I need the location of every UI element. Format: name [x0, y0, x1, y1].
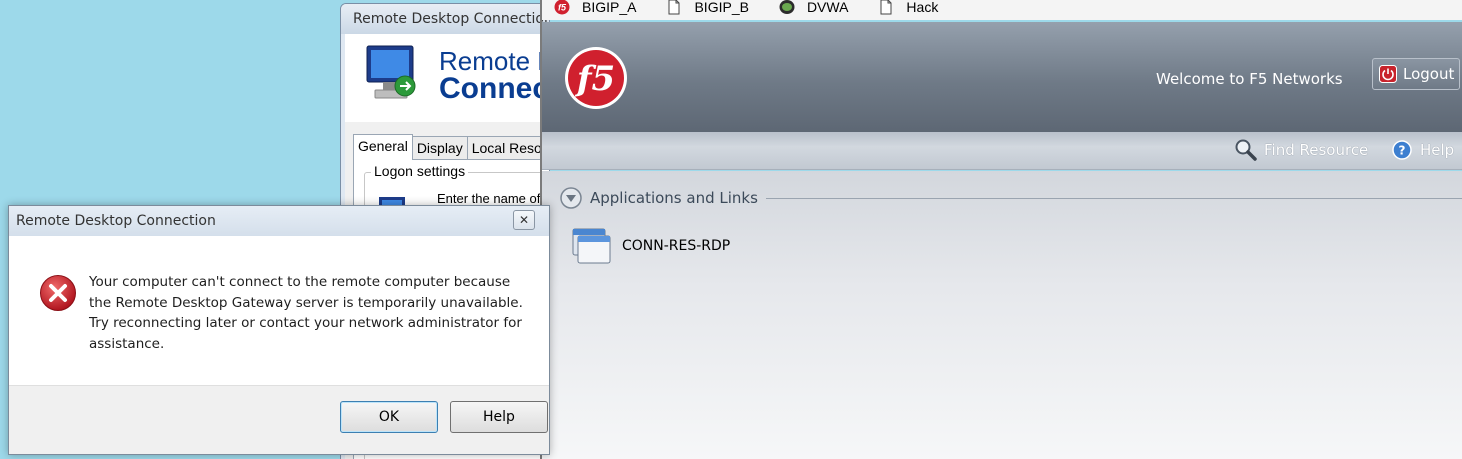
- error-dialog-footer: OK Help: [9, 385, 549, 454]
- page-icon: [880, 0, 892, 15]
- section-title: Applications and Links: [590, 189, 758, 207]
- bookmark-label: DVWA: [806, 0, 849, 15]
- tab-local-resources[interactable]: Local Resources: [466, 136, 549, 160]
- section-divider: [765, 197, 1462, 199]
- help-icon: ?: [1392, 140, 1412, 160]
- error-icon: [40, 275, 76, 311]
- magnifier-icon: [1235, 139, 1257, 161]
- bookmark-dvwa[interactable]: DVWA: [779, 0, 848, 15]
- error-dialog-body: Your computer can't connect to the remot…: [9, 236, 549, 385]
- logout-button[interactable]: Logout: [1372, 58, 1460, 90]
- help-label: Help: [1420, 141, 1455, 159]
- bookmarks-bar: f5 BIGIP_A BIGIP_B DVWA Hack: [542, 0, 1462, 20]
- power-icon: [1379, 65, 1397, 83]
- portal-header: f5 Welcome to F5 Networks Logout: [542, 22, 1462, 132]
- bookmark-bigip-b[interactable]: BIGIP_B: [666, 0, 749, 15]
- f5-logo: f5: [565, 47, 627, 109]
- logon-settings-label: Logon settings: [371, 163, 469, 179]
- tab-general[interactable]: General: [353, 134, 413, 160]
- rdc-window-title: Remote Desktop Connection: [353, 11, 550, 27]
- logout-label: Logout: [1403, 65, 1455, 83]
- logon-instructions: Enter the name of the remote computer.: [437, 191, 549, 206]
- error-dialog: Remote Desktop Connection ✕ Your compute…: [8, 205, 550, 455]
- error-message: Your computer can't connect to the remot…: [89, 274, 523, 352]
- error-dialog-title: Remote Desktop Connection: [16, 213, 216, 229]
- portal-toolbar: Find Resource ? Help: [542, 132, 1462, 170]
- bookmark-label: Hack: [906, 0, 939, 15]
- tab-display[interactable]: Display: [411, 136, 468, 160]
- bookmark-hack[interactable]: Hack: [878, 0, 938, 15]
- bookmark-bigip-a[interactable]: f5 BIGIP_A: [554, 0, 636, 15]
- rdc-banner-subtitle: Connection: [439, 72, 550, 105]
- monitor-icon: [366, 45, 416, 99]
- svg-text:f5: f5: [558, 3, 567, 13]
- welcome-text: Welcome to F5 Networks: [1156, 70, 1343, 88]
- dvwa-icon: [779, 0, 795, 14]
- error-dialog-titlebar[interactable]: Remote Desktop Connection ✕: [9, 206, 549, 236]
- rdc-banner: Remote Desktop Connection: [345, 34, 549, 122]
- rdc-tab-strip: General Display Local Resources: [353, 134, 549, 160]
- svg-text:f5: f5: [575, 59, 615, 99]
- bookmark-label: BIGIP_A: [582, 0, 637, 15]
- help-button[interactable]: Help: [450, 401, 548, 433]
- bookmark-label: BIGIP_B: [694, 0, 749, 15]
- app-window-icon: [572, 228, 611, 264]
- find-resource-label: Find Resource: [1264, 141, 1369, 159]
- rdc-titlebar[interactable]: Remote Desktop Connection: [341, 4, 549, 34]
- applications-section-header[interactable]: Applications and Links: [560, 187, 1462, 209]
- portal-content: Applications and Links CONN-RES-RDP: [542, 171, 1462, 459]
- page-icon: [668, 0, 680, 15]
- close-icon[interactable]: ✕: [513, 210, 535, 230]
- svg-text:?: ?: [1399, 144, 1406, 158]
- resource-conn-res-rdp[interactable]: CONN-RES-RDP: [572, 227, 730, 265]
- help-link[interactable]: ? Help: [1392, 140, 1454, 160]
- f5-icon: f5: [554, 0, 570, 15]
- resource-label: CONN-RES-RDP: [622, 238, 731, 254]
- ok-button[interactable]: OK: [340, 401, 438, 433]
- collapse-chevron-icon[interactable]: [560, 187, 582, 209]
- find-resource-link[interactable]: Find Resource: [1234, 138, 1368, 162]
- browser-window: f5 BIGIP_A BIGIP_B DVWA Hack f5 Welcome …: [540, 0, 1462, 459]
